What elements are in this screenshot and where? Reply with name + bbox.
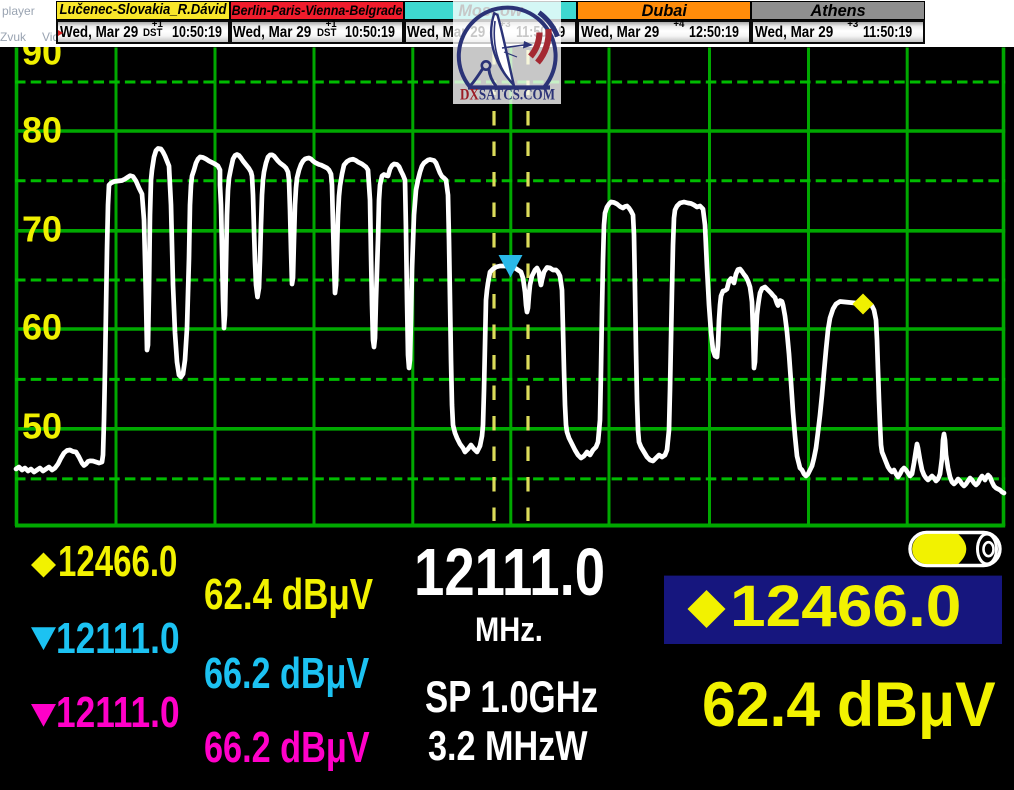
svg-text:50: 50	[22, 406, 62, 447]
svg-text:80: 80	[22, 110, 62, 151]
svg-text:DXSATCS.COM: DXSATCS.COM	[460, 87, 555, 104]
svg-text:60: 60	[22, 307, 62, 348]
svg-text:70: 70	[22, 208, 62, 249]
